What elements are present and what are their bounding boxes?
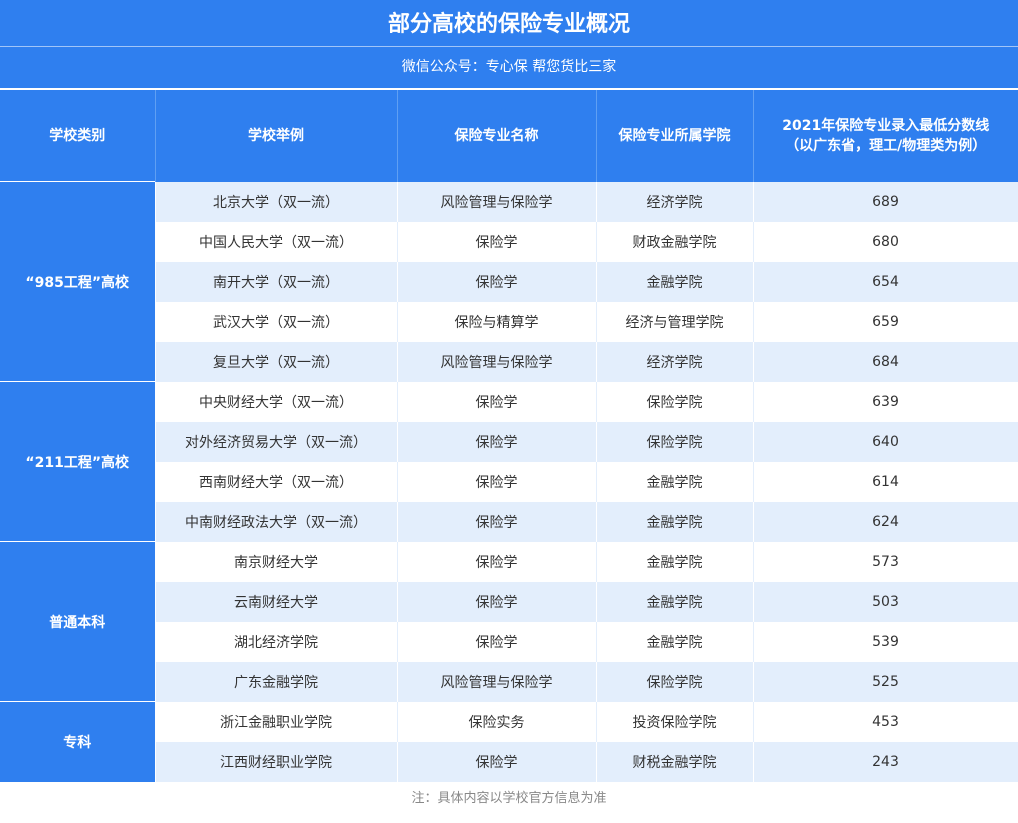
college-cell: 保险学院 bbox=[596, 421, 754, 462]
school-cell: 江西财经职业学院 bbox=[155, 741, 398, 782]
header-school-category: 学校类别 bbox=[0, 90, 156, 182]
banner-divider bbox=[0, 46, 1018, 47]
insurance-majors-table: 学校类别 学校举例 保险专业名称 保险专业所属学院 2021年保险专业录入最低分… bbox=[0, 90, 1018, 782]
college-cell: 金融学院 bbox=[596, 621, 754, 662]
category-cell: “985工程”高校 bbox=[0, 181, 156, 382]
school-cell: 中南财经政法大学（双一流） bbox=[155, 501, 398, 542]
major-cell: 保险学 bbox=[397, 381, 597, 422]
college-cell: 经济学院 bbox=[596, 181, 754, 222]
header-min-score: 2021年保险专业录入最低分数线 （以广东省，理工/物理类为例） bbox=[753, 90, 1018, 182]
table-body: “985工程”高校 北京大学（双一流） 风险管理与保险学 经济学院 689 中国人民大学（… bbox=[0, 181, 1018, 782]
table-row: “985工程”高校 北京大学（双一流） 风险管理与保险学 经济学院 689 bbox=[0, 181, 1018, 382]
major-cell: 保险与精算学 bbox=[397, 301, 597, 342]
college-cell: 经济学院 bbox=[596, 341, 754, 382]
college-cell: 财税金融学院 bbox=[596, 741, 754, 782]
table-row: “211工程”高校 中央财经大学（双一流） 保险学 保险学院 639 bbox=[0, 381, 1018, 542]
college-cell: 保险学院 bbox=[596, 381, 754, 422]
category-cell: 专科 bbox=[0, 701, 156, 782]
school-cell: 西南财经大学（双一流） bbox=[155, 461, 398, 502]
header-min-score-line1: 2021年保险专业录入最低分数线 bbox=[782, 117, 990, 134]
footer-note: 注：具体内容以学校官方信息为准 bbox=[411, 791, 607, 806]
school-cell: 复旦大学（双一流） bbox=[155, 341, 398, 382]
school-cell: 广东金融学院 bbox=[155, 661, 398, 702]
major-cell: 保险学 bbox=[397, 581, 597, 622]
college-cell: 金融学院 bbox=[596, 581, 754, 622]
table-row: 普通本科 南京财经大学 保险学 金融学院 573 bbox=[0, 541, 1018, 702]
category-cell: “211工程”高校 bbox=[0, 381, 156, 542]
score-cell: 539 bbox=[753, 621, 1018, 662]
score-cell: 640 bbox=[753, 421, 1018, 462]
major-cell: 保险学 bbox=[397, 461, 597, 502]
score-cell: 684 bbox=[753, 341, 1018, 382]
school-cell: 云南财经大学 bbox=[155, 581, 398, 622]
header-college: 保险专业所属学院 bbox=[596, 90, 754, 182]
school-cell: 南开大学（双一流） bbox=[155, 261, 398, 302]
score-cell: 243 bbox=[753, 741, 1018, 782]
school-cell: 北京大学（双一流） bbox=[155, 181, 398, 222]
major-cell: 保险学 bbox=[397, 541, 597, 582]
score-cell: 680 bbox=[753, 221, 1018, 262]
major-cell: 保险学 bbox=[397, 221, 597, 262]
major-cell: 风险管理与保险学 bbox=[397, 341, 597, 382]
score-cell: 659 bbox=[753, 301, 1018, 342]
college-cell: 金融学院 bbox=[596, 261, 754, 302]
score-cell: 525 bbox=[753, 661, 1018, 702]
college-cell: 财政金融学院 bbox=[596, 221, 754, 262]
school-cell: 中央财经大学（双一流） bbox=[155, 381, 398, 422]
page-title: 部分高校的保险专业概况 bbox=[387, 12, 630, 37]
score-cell: 689 bbox=[753, 181, 1018, 222]
category-cell: 普通本科 bbox=[0, 541, 156, 702]
school-cell: 武汉大学（双一流） bbox=[155, 301, 398, 342]
score-cell: 573 bbox=[753, 541, 1018, 582]
header-major-name: 保险专业名称 bbox=[397, 90, 597, 182]
header-min-score-line2: （以广东省，理工/物理类为例） bbox=[785, 137, 987, 154]
college-cell: 保险学院 bbox=[596, 661, 754, 702]
major-cell: 风险管理与保险学 bbox=[397, 181, 597, 222]
college-cell: 金融学院 bbox=[596, 501, 754, 542]
major-cell: 风险管理与保险学 bbox=[397, 661, 597, 702]
table-header-row: 学校类别 学校举例 保险专业名称 保险专业所属学院 2021年保险专业录入最低分… bbox=[0, 90, 1018, 182]
title-banner: 部分高校的保险专业概况 微信公众号：专心保 帮您货比三家 bbox=[0, 0, 1018, 88]
major-cell: 保险学 bbox=[397, 421, 597, 462]
page-subtitle: 微信公众号：专心保 帮您货比三家 bbox=[401, 59, 617, 75]
score-cell: 614 bbox=[753, 461, 1018, 502]
score-cell: 654 bbox=[753, 261, 1018, 302]
score-cell: 453 bbox=[753, 701, 1018, 742]
school-cell: 中国人民大学（双一流） bbox=[155, 221, 398, 262]
score-cell: 624 bbox=[753, 501, 1018, 542]
school-cell: 南京财经大学 bbox=[155, 541, 398, 582]
college-cell: 金融学院 bbox=[596, 461, 754, 502]
major-cell: 保险学 bbox=[397, 741, 597, 782]
college-cell: 投资保险学院 bbox=[596, 701, 754, 742]
school-cell: 对外经济贸易大学（双一流） bbox=[155, 421, 398, 462]
header-school-example: 学校举例 bbox=[155, 90, 398, 182]
school-cell: 浙江金融职业学院 bbox=[155, 701, 398, 742]
major-cell: 保险实务 bbox=[397, 701, 597, 742]
table-row: 专科 浙江金融职业学院 保险实务 投资保险学院 453 bbox=[0, 701, 1018, 782]
score-cell: 639 bbox=[753, 381, 1018, 422]
school-cell: 湖北经济学院 bbox=[155, 621, 398, 662]
major-cell: 保险学 bbox=[397, 621, 597, 662]
score-cell: 503 bbox=[753, 581, 1018, 622]
college-cell: 经济与管理学院 bbox=[596, 301, 754, 342]
major-cell: 保险学 bbox=[397, 261, 597, 302]
college-cell: 金融学院 bbox=[596, 541, 754, 582]
major-cell: 保险学 bbox=[397, 501, 597, 542]
